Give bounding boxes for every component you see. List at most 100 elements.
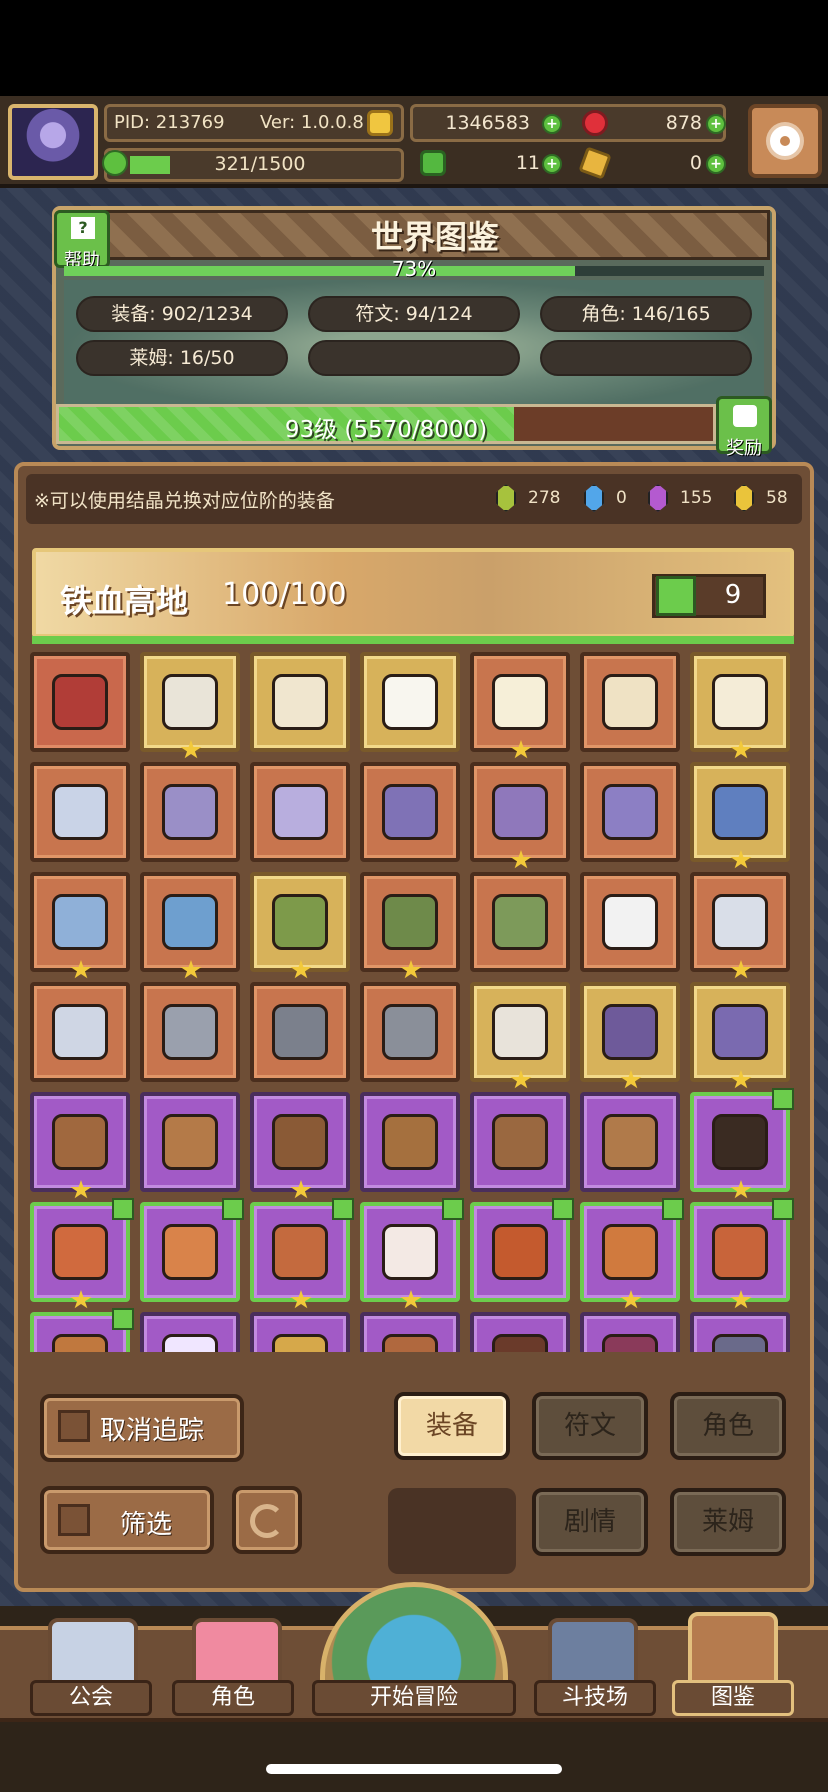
settings-button[interactable] [748, 104, 822, 178]
equipment-item[interactable] [580, 1198, 684, 1309]
equipment-item[interactable] [30, 762, 130, 862]
equipment-item[interactable] [250, 1198, 354, 1309]
thumbs-up-icon [656, 576, 696, 616]
equipment-item[interactable] [30, 1308, 134, 1352]
equipment-icon [602, 674, 658, 730]
equipment-item[interactable] [690, 1312, 790, 1352]
nav-guild[interactable]: 公会 [30, 1680, 152, 1716]
exp-clover-icon [102, 150, 128, 176]
equipment-item[interactable] [580, 872, 680, 972]
tab-equipment[interactable]: 装备 [394, 1392, 510, 1460]
gold-crystal-count: 58 [766, 488, 788, 508]
star-icon [400, 960, 422, 979]
equipment-item[interactable] [360, 872, 460, 979]
untrack-label: 取消追踪 [100, 1416, 205, 1446]
equipment-item[interactable] [580, 1092, 680, 1192]
nav-arena[interactable]: 斗技场 [534, 1680, 656, 1716]
equipment-item[interactable] [30, 1198, 134, 1309]
equipment-icon [162, 1334, 218, 1352]
empty-slot [388, 1488, 516, 1574]
equipment-item[interactable] [690, 872, 790, 979]
equipment-item[interactable] [140, 652, 240, 759]
equipment-item[interactable] [580, 762, 680, 862]
equipment-item[interactable] [140, 872, 240, 979]
nav-character[interactable]: 角色 [172, 1680, 294, 1716]
equipment-item[interactable] [470, 652, 570, 759]
equipment-item[interactable] [30, 982, 130, 1082]
key-amount: 0 [689, 152, 702, 174]
add-ruby-button[interactable]: + [706, 114, 726, 134]
equipment-item[interactable] [580, 652, 680, 752]
stat-rune: 符文: 94/124 [308, 296, 520, 332]
equipment-icon [382, 1114, 438, 1170]
equipment-item[interactable] [140, 982, 240, 1082]
blue-crystal-count: 0 [616, 488, 627, 508]
equipment-item[interactable] [140, 1092, 240, 1192]
equipment-icon [162, 1224, 218, 1280]
avatar[interactable] [8, 104, 98, 180]
equipment-item[interactable] [690, 1088, 794, 1199]
tab-story[interactable]: 剧情 [532, 1488, 648, 1556]
version-label: Ver: 1.0.0.8 [260, 112, 364, 133]
equipment-item[interactable] [580, 1312, 680, 1352]
equipment-item[interactable] [360, 982, 460, 1082]
equipment-item[interactable] [360, 1312, 460, 1352]
home-indicator[interactable] [266, 1764, 562, 1774]
exp-bar-fill [130, 156, 170, 174]
equipment-icon [52, 1004, 108, 1060]
equipment-icon [382, 894, 438, 950]
equipment-item[interactable] [140, 762, 240, 862]
equipment-item[interactable] [690, 762, 790, 869]
filter-label: 筛选 [120, 1510, 173, 1540]
nav-codex[interactable]: 图鉴 [672, 1680, 794, 1716]
equipment-icon [602, 784, 658, 840]
book-icon[interactable] [688, 1612, 778, 1690]
equipment-icon [492, 1114, 548, 1170]
equipment-item[interactable] [690, 982, 790, 1089]
equipment-item[interactable] [30, 1092, 130, 1199]
equipment-item[interactable] [360, 1198, 464, 1309]
stat-equipment: 装备: 902/1234 [76, 296, 288, 332]
equipment-item[interactable] [360, 762, 460, 862]
equipment-item[interactable] [360, 652, 460, 752]
equipment-item[interactable] [580, 982, 680, 1089]
tab-rune[interactable]: 符文 [532, 1392, 648, 1460]
equipment-item[interactable] [470, 762, 570, 869]
equipment-item[interactable] [470, 872, 570, 972]
tab-slime[interactable]: 莱姆 [670, 1488, 786, 1556]
add-key-button[interactable]: + [706, 154, 726, 174]
nav-start-adventure[interactable]: 开始冒险 [312, 1680, 516, 1716]
equipment-item[interactable] [250, 762, 350, 862]
equipment-icon [712, 894, 768, 950]
equipment-item[interactable] [470, 982, 570, 1089]
equipment-item[interactable] [690, 1198, 794, 1309]
equipment-item[interactable] [30, 872, 130, 979]
equipment-item[interactable] [690, 652, 790, 759]
equipment-icon [272, 894, 328, 950]
equipment-item[interactable] [470, 1092, 570, 1192]
equipment-icon [712, 1224, 768, 1280]
equipment-icon [162, 894, 218, 950]
equipment-item[interactable] [250, 652, 350, 752]
star-icon [290, 960, 312, 979]
equipment-icon [272, 784, 328, 840]
equipment-item[interactable] [470, 1312, 570, 1352]
equipment-item[interactable] [360, 1092, 460, 1192]
equipment-item[interactable] [470, 1198, 574, 1302]
equipment-icon [492, 784, 548, 840]
equipment-item[interactable] [30, 652, 130, 752]
equipment-item[interactable] [250, 872, 350, 979]
equipment-item[interactable] [250, 982, 350, 1082]
equipment-icon [712, 1114, 768, 1170]
exp-value: 321/1500 [214, 153, 306, 175]
equipment-icon [272, 1334, 328, 1352]
equipment-item[interactable] [140, 1198, 244, 1302]
equipment-grid[interactable] [30, 652, 798, 1352]
star-icon [400, 1290, 422, 1309]
equipment-item[interactable] [250, 1312, 350, 1352]
add-clover-button[interactable]: + [542, 154, 562, 174]
add-gold-button[interactable]: + [542, 114, 562, 134]
equipment-item[interactable] [250, 1092, 350, 1199]
tab-character[interactable]: 角色 [670, 1392, 786, 1460]
equipment-item[interactable] [140, 1312, 240, 1352]
